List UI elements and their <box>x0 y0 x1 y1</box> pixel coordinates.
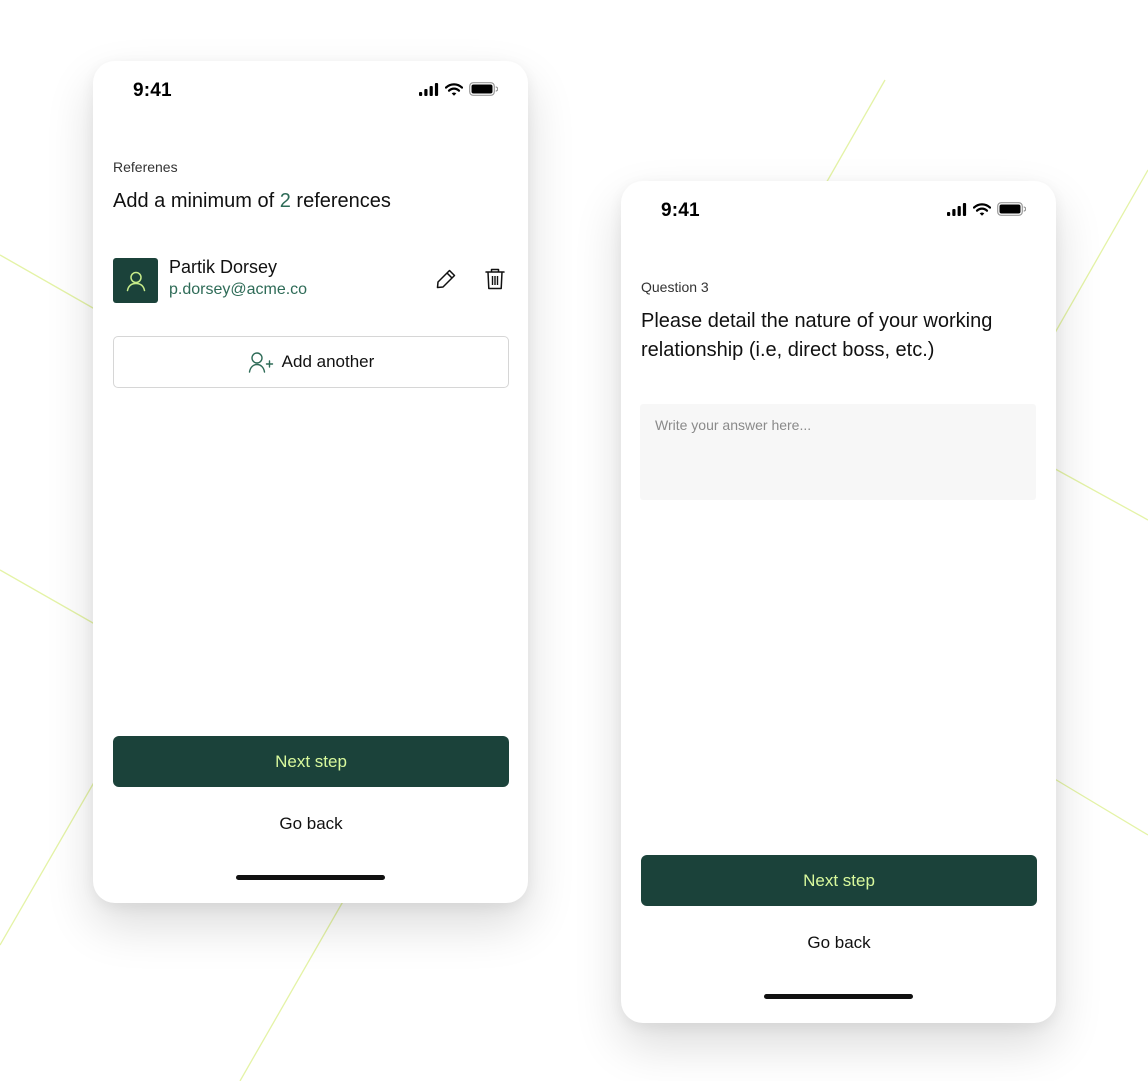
delete-reference-button[interactable] <box>482 266 508 292</box>
question-eyebrow: Question 3 <box>641 279 709 295</box>
go-back-button[interactable]: Go back <box>641 928 1037 958</box>
page-heading: Add a minimum of 2 references <box>113 187 391 216</box>
add-another-label: Add another <box>281 352 375 371</box>
add-another-button[interactable]: Add another <box>113 336 509 388</box>
references-screen: 9:41 Referenes Add a minimum of 2 refere… <box>93 61 528 903</box>
section-eyebrow: Referenes <box>113 159 178 175</box>
home-indicator <box>764 994 913 999</box>
wifi-icon <box>973 202 991 216</box>
answer-input[interactable] <box>640 404 1036 500</box>
signal-icon <box>947 202 967 216</box>
user-icon <box>126 271 145 291</box>
status-bar-icons <box>947 202 1026 216</box>
status-time: 9:41 <box>133 80 172 101</box>
signal-icon <box>419 82 439 96</box>
question-heading: Please detail the nature of your working… <box>641 310 993 361</box>
status-bar-icons <box>419 82 498 96</box>
edit-reference-button[interactable] <box>433 266 459 292</box>
wifi-icon <box>445 82 463 96</box>
heading-prefix: Add a minimum of <box>113 190 275 212</box>
go-back-button[interactable]: Go back <box>113 809 509 839</box>
avatar <box>113 258 158 303</box>
pencil-icon <box>436 269 456 289</box>
reference-email: p.dorsey@acme.co <box>169 281 308 298</box>
home-indicator <box>236 875 385 880</box>
reference-name: Partik Dorsey <box>169 257 278 277</box>
question-screen: 9:41 Question 3 Please detail the nature… <box>621 181 1056 1023</box>
next-step-button[interactable]: Next step <box>641 855 1037 906</box>
next-step-button[interactable]: Next step <box>113 736 509 787</box>
heading-suffix: references <box>296 190 391 212</box>
status-time: 9:41 <box>661 200 700 221</box>
reference-item: Partik Dorsey p.dorsey@acme.co <box>113 257 508 303</box>
battery-icon <box>997 202 1026 216</box>
user-plus-icon <box>248 352 273 373</box>
trash-icon <box>485 268 505 290</box>
battery-icon <box>469 82 498 96</box>
heading-count: 2 <box>279 190 291 212</box>
